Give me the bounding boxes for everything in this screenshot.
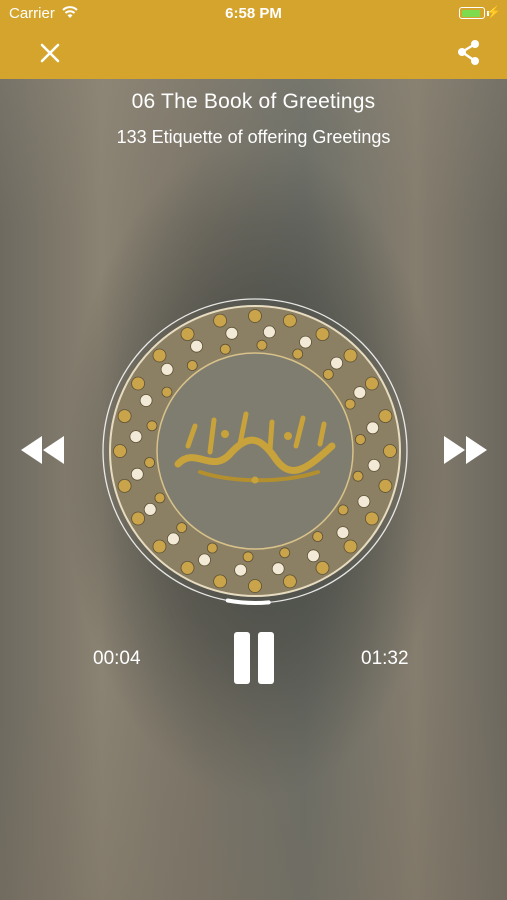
ornament-flower — [366, 421, 380, 435]
nav-bar — [0, 28, 507, 79]
ornament-flower — [337, 504, 349, 516]
ornament-flower — [180, 327, 195, 341]
ornament-flower — [271, 562, 285, 576]
ornament-flower — [343, 539, 358, 554]
status-bar: Carrier 6:58 PM ⚡ — [0, 0, 507, 28]
fast-forward-button[interactable] — [440, 430, 490, 470]
ornament-flower — [312, 531, 324, 542]
ornament-flower — [131, 376, 145, 391]
pause-bar-left — [234, 632, 250, 684]
share-button[interactable] — [452, 36, 486, 70]
ornament-flower — [330, 356, 344, 370]
ornament-flower — [146, 420, 158, 432]
ornament-flower — [152, 539, 167, 554]
ornament-flower — [117, 409, 132, 423]
chapter-title: 133 Etiquette of offering Greetings — [116, 127, 391, 147]
ornament-flower — [354, 434, 366, 445]
ornament-flower — [357, 495, 371, 508]
album-artwork — [102, 298, 408, 605]
ornament-flower — [152, 348, 167, 363]
ornament-flower — [131, 511, 145, 526]
ornament-flower — [225, 326, 239, 340]
ornament-flower — [176, 522, 188, 534]
ornament-flower — [248, 579, 262, 593]
ornament-flower — [364, 376, 379, 391]
ornament-flower — [130, 467, 144, 481]
ornament-flower — [161, 386, 173, 398]
ornament-flower — [154, 492, 166, 504]
ornament-flower — [282, 574, 297, 589]
share-icon — [458, 40, 479, 65]
ornament-flower — [186, 360, 198, 371]
ornament-flower — [242, 551, 254, 563]
battery-icon — [459, 7, 485, 19]
ornament-flower — [353, 386, 367, 399]
ornament-flower — [322, 369, 334, 380]
ornament-flower — [198, 553, 211, 567]
ornament-flower — [139, 394, 153, 407]
ornament-flower — [383, 444, 397, 458]
ornament-flower — [180, 560, 195, 575]
ornament-flower — [315, 327, 330, 341]
ornament-flower — [352, 470, 364, 482]
charging-bolt-icon: ⚡ — [486, 5, 501, 19]
ornament-flower — [262, 325, 276, 339]
ornament-flower — [113, 444, 127, 458]
status-time: 6:58 PM — [225, 5, 282, 22]
elapsed-time: 00:04 — [93, 648, 141, 669]
ornament-flower — [343, 348, 358, 363]
ornament-flower — [213, 574, 227, 589]
ornament-flower — [167, 532, 180, 546]
pause-button[interactable] — [230, 632, 278, 686]
book-title: 06 The Book of Greetings — [131, 90, 376, 113]
rewind-button[interactable] — [18, 430, 68, 470]
ornament-flower — [336, 526, 350, 540]
ornament-flower — [306, 549, 320, 563]
playback-progress-ring[interactable] — [225, 598, 271, 605]
ornament-flower — [143, 502, 157, 516]
ornament-flower — [256, 339, 268, 351]
ornament-flower — [206, 542, 218, 554]
ornament-flower — [364, 511, 379, 526]
ornament-flower — [129, 430, 143, 444]
fast-forward-icon — [444, 436, 487, 464]
ornament-flower — [117, 478, 132, 493]
pause-bar-right — [258, 632, 274, 684]
ornament-flower — [292, 348, 304, 360]
ornament-flower — [160, 363, 174, 376]
ornament-flower — [190, 339, 203, 353]
close-icon — [40, 43, 60, 63]
ornament-flower — [315, 560, 330, 575]
ornament-flower — [299, 335, 312, 349]
ornament-flower — [213, 313, 227, 328]
ornament-flower — [248, 309, 262, 323]
track-duration: 01:32 — [361, 648, 409, 669]
ornament-flower — [378, 478, 393, 493]
ornament-flower — [234, 563, 248, 577]
ornament-flower — [378, 409, 393, 423]
ornament-flower — [344, 398, 356, 410]
ornament-flower — [219, 343, 231, 355]
rewind-icon — [21, 436, 64, 464]
ornament-flower — [282, 313, 297, 328]
ornament-flower — [367, 458, 381, 472]
ornament-flower — [279, 547, 291, 559]
ornament-flower — [144, 457, 155, 468]
close-button[interactable] — [33, 36, 67, 70]
